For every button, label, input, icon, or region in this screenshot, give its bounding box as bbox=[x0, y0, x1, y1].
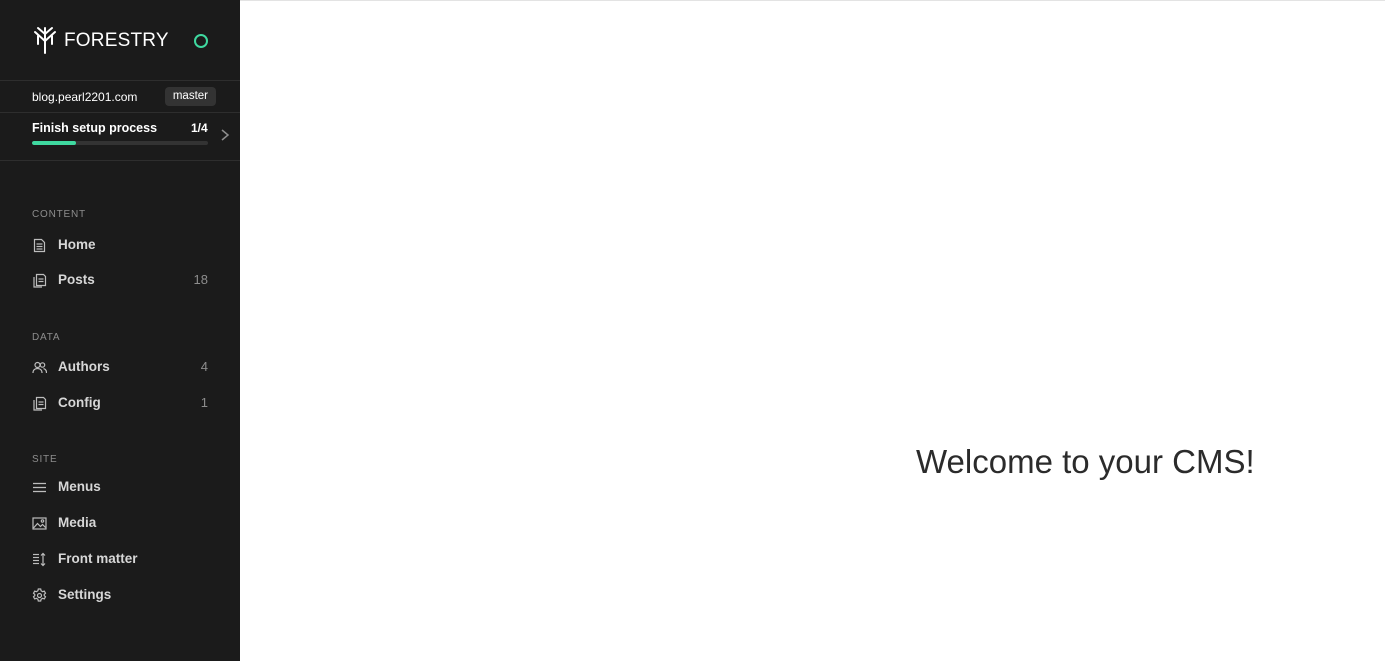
brand[interactable]: FORESTRY bbox=[32, 26, 232, 56]
chevron-right-icon[interactable] bbox=[220, 128, 230, 142]
sidebar-item-label: Config bbox=[58, 395, 101, 410]
site-row[interactable]: blog.pearl2201.com master bbox=[32, 87, 216, 107]
site-url[interactable]: blog.pearl2201.com bbox=[32, 90, 137, 104]
brand-name: FORESTRY bbox=[64, 30, 169, 51]
sidebar: FORESTRY blog.pearl2201.com master Finis… bbox=[0, 0, 240, 661]
sidebar-item-settings[interactable]: Settings bbox=[32, 585, 208, 607]
sidebar-item-media[interactable]: Media bbox=[32, 513, 208, 535]
sidebar-item-label: Authors bbox=[58, 359, 110, 374]
users-icon bbox=[32, 361, 47, 374]
setup-progress[interactable]: Finish setup process 1/4 bbox=[32, 120, 232, 150]
sidebar-item-label: Settings bbox=[58, 587, 112, 602]
setup-count: 1/4 bbox=[191, 121, 208, 135]
sidebar-item-authors[interactable]: Authors 4 bbox=[32, 357, 208, 379]
main-content: Welcome to your CMS! bbox=[240, 0, 1385, 661]
document-icon bbox=[33, 238, 46, 253]
image-icon bbox=[32, 517, 47, 530]
sort-list-icon bbox=[33, 552, 46, 567]
forestry-logo-icon bbox=[34, 27, 56, 54]
section-label-content: CONTENT bbox=[32, 209, 86, 220]
divider bbox=[0, 160, 240, 161]
sidebar-item-label: Posts bbox=[58, 272, 95, 287]
sidebar-item-menus[interactable]: Menus bbox=[32, 477, 208, 499]
divider bbox=[0, 80, 240, 81]
documents-icon bbox=[33, 273, 47, 288]
sidebar-item-count: 18 bbox=[193, 272, 208, 287]
status-indicator-icon[interactable] bbox=[194, 34, 208, 48]
section-label-site: SITE bbox=[32, 454, 58, 465]
documents-icon bbox=[33, 396, 47, 411]
section-label-data: DATA bbox=[32, 332, 61, 343]
sidebar-item-front-matter[interactable]: Front matter bbox=[32, 549, 208, 571]
setup-progress-bar bbox=[32, 141, 208, 145]
sidebar-item-count: 1 bbox=[200, 395, 208, 410]
sidebar-item-home[interactable]: Home bbox=[32, 235, 208, 257]
setup-progress-fill bbox=[32, 141, 76, 145]
sidebar-item-label: Front matter bbox=[58, 551, 138, 566]
sidebar-item-count: 4 bbox=[200, 359, 208, 374]
setup-title: Finish setup process bbox=[32, 121, 158, 135]
sidebar-item-label: Media bbox=[58, 515, 97, 530]
sidebar-item-label: Menus bbox=[58, 479, 101, 494]
branch-badge[interactable]: master bbox=[164, 87, 216, 106]
sidebar-item-posts[interactable]: Posts 18 bbox=[32, 270, 208, 292]
sidebar-item-config[interactable]: Config 1 bbox=[32, 393, 208, 415]
divider bbox=[0, 112, 240, 113]
gear-icon bbox=[32, 588, 47, 602]
sidebar-item-label: Home bbox=[58, 237, 96, 252]
menu-icon bbox=[33, 482, 46, 493]
welcome-heading: Welcome to your CMS! bbox=[916, 443, 1255, 480]
